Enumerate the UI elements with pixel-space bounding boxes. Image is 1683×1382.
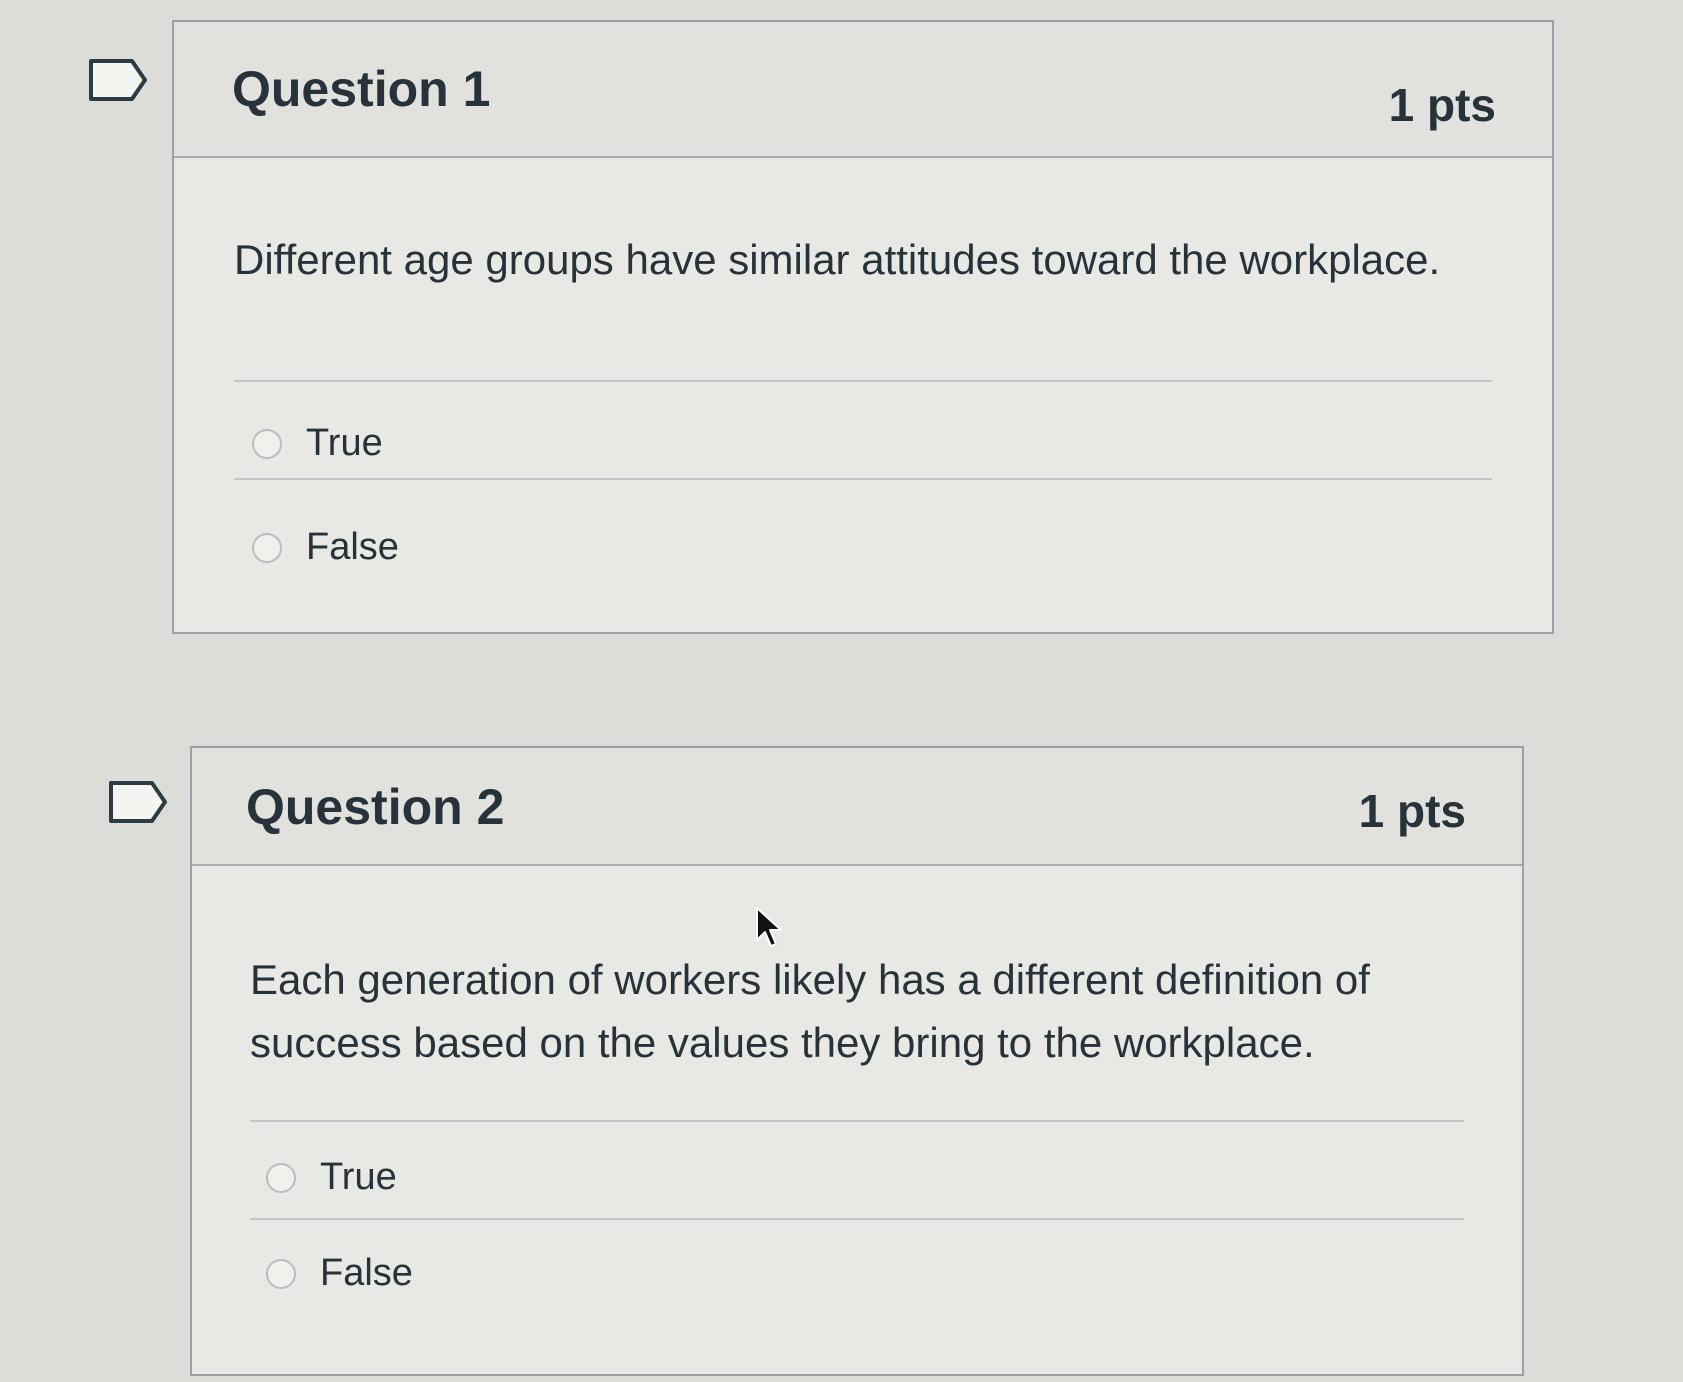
question-header: Question 2 1 pts	[192, 748, 1522, 866]
question-text: Each generation of workers likely has a …	[250, 956, 1370, 1066]
question-title: Question 1	[232, 61, 491, 117]
answer-option-true[interactable]: True	[252, 422, 383, 465]
radio-button-icon[interactable]	[252, 428, 282, 459]
question-card-2: Question 2 1 pts Each generation of work…	[190, 746, 1524, 1376]
mouse-pointer-icon	[755, 906, 783, 953]
question-body: Different age groups have similar attitu…	[174, 158, 1552, 632]
question-card-1: Question 1 1 pts Different age groups ha…	[172, 20, 1554, 634]
answer-label: False	[320, 1252, 413, 1294]
answer-divider	[250, 1218, 1464, 1220]
question-body: Each generation of workers likely has a …	[192, 866, 1522, 1374]
answer-option-false[interactable]: False	[252, 526, 399, 569]
answer-divider	[250, 1120, 1464, 1122]
question-title: Question 2	[246, 779, 505, 835]
answer-divider	[234, 380, 1492, 382]
question-points: 1 pts	[1358, 785, 1466, 837]
answer-option-false[interactable]: False	[266, 1252, 413, 1295]
question-points: 1 pts	[1388, 79, 1496, 131]
answer-option-true[interactable]: True	[266, 1156, 397, 1199]
radio-button-icon[interactable]	[266, 1162, 296, 1193]
answer-divider	[234, 478, 1492, 480]
answer-label: True	[306, 422, 383, 464]
question-text: Different age groups have similar attitu…	[234, 236, 1441, 283]
radio-button-icon[interactable]	[252, 532, 282, 563]
flag-question-icon[interactable]	[108, 780, 168, 824]
question-header: Question 1 1 pts	[174, 22, 1552, 158]
answer-label: True	[320, 1156, 397, 1198]
flag-question-icon[interactable]	[88, 58, 148, 102]
answer-label: False	[306, 526, 399, 568]
radio-button-icon[interactable]	[266, 1258, 296, 1289]
